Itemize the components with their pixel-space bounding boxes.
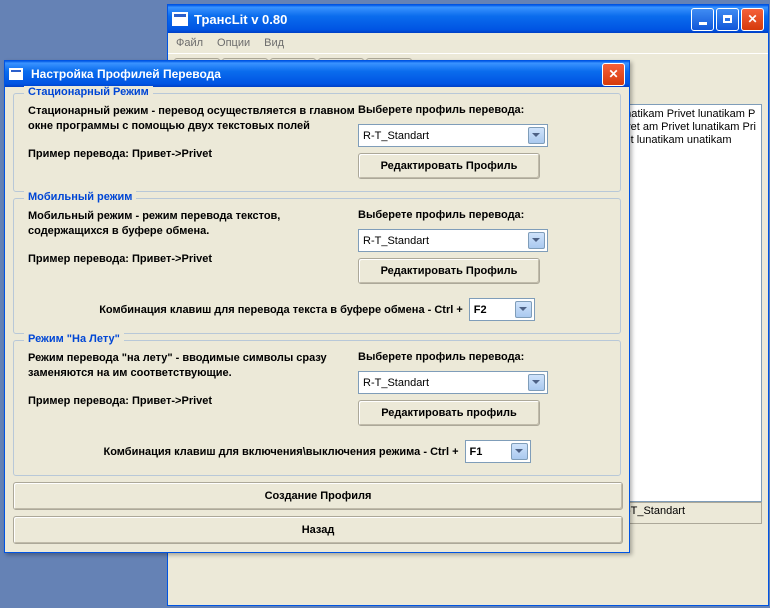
onfly-hotkey-select[interactable]: F1 xyxy=(465,440,531,463)
stationary-edit-button-label: Редактировать Профиль xyxy=(381,160,518,172)
onfly-profile-select[interactable]: R-T_Standart xyxy=(358,371,548,394)
mobile-select-label: Выберете профиль перевода: xyxy=(358,209,524,221)
mobile-example: Пример перевода: Привет->Privet xyxy=(28,253,358,265)
mobile-select-value: R-T_Standart xyxy=(363,235,429,247)
back-button[interactable]: Назад xyxy=(13,516,623,544)
mobile-group: Мобильный режим Мобильный режим - режим … xyxy=(13,198,621,334)
onfly-select-value: R-T_Standart xyxy=(363,377,429,389)
dialog-titlebar: Настройка Профилей Перевода xyxy=(5,61,629,87)
mobile-hotkey-value: F2 xyxy=(474,304,487,316)
stationary-profile-select[interactable]: R-T_Standart xyxy=(358,124,548,147)
onfly-hotkey-label: Комбинация клавиш для включения\выключен… xyxy=(104,446,459,458)
dialog-close-button[interactable] xyxy=(602,63,625,86)
minimize-button[interactable] xyxy=(691,8,714,31)
mobile-hotkey-label: Комбинация клавиш для перевода текста в … xyxy=(99,304,463,316)
stationary-select-label: Выберете профиль перевода: xyxy=(358,104,524,116)
onfly-example: Пример перевода: Привет->Privet xyxy=(28,395,358,407)
onfly-edit-button-label: Редактировать профиль xyxy=(381,407,517,419)
close-button[interactable] xyxy=(741,8,764,31)
onfly-edit-button[interactable]: Редактировать профиль xyxy=(358,400,540,426)
profiles-dialog: Настройка Профилей Перевода Стационарный… xyxy=(4,60,630,553)
stationary-group: Стационарный Режим Стационарный режим - … xyxy=(13,93,621,192)
create-profile-button[interactable]: Создание Профиля xyxy=(13,482,623,510)
create-profile-button-label: Создание Профиля xyxy=(265,490,372,502)
menu-bar: Файл Опции Вид xyxy=(168,33,768,54)
mobile-edit-button-label: Редактировать Профиль xyxy=(381,265,518,277)
stationary-example: Пример перевода: Привет->Privet xyxy=(28,148,358,160)
stationary-group-title: Стационарный Режим xyxy=(24,86,153,98)
menu-file[interactable]: Файл xyxy=(176,37,203,49)
status-profile: R-T_Standart xyxy=(614,502,762,524)
back-button-label: Назад xyxy=(302,524,335,536)
mobile-edit-button[interactable]: Редактировать Профиль xyxy=(358,258,540,284)
dialog-icon xyxy=(9,68,23,80)
onfly-desc: Режим перевода "на лету" - вводимые симв… xyxy=(28,351,358,381)
main-titlebar: ТрансLit v 0.80 xyxy=(168,5,768,33)
menu-options[interactable]: Опции xyxy=(217,37,250,49)
mobile-profile-select[interactable]: R-T_Standart xyxy=(358,229,548,252)
stationary-edit-button[interactable]: Редактировать Профиль xyxy=(358,153,540,179)
onfly-group-title: Режим "На Лету" xyxy=(24,333,124,345)
mobile-desc: Мобильный режим - режим перевода текстов… xyxy=(28,209,358,239)
output-textarea[interactable]: unatikam Privet lunatikam Privet am Priv… xyxy=(614,104,762,502)
onfly-hotkey-value: F1 xyxy=(470,446,483,458)
dialog-title-text: Настройка Профилей Перевода xyxy=(31,67,602,81)
maximize-button[interactable] xyxy=(716,8,739,31)
mobile-hotkey-select[interactable]: F2 xyxy=(469,298,535,321)
mobile-group-title: Мобильный режим xyxy=(24,191,136,203)
app-icon xyxy=(172,12,188,26)
onfly-group: Режим "На Лету" Режим перевода "на лету"… xyxy=(13,340,621,476)
stationary-desc: Стационарный режим - перевод осуществляе… xyxy=(28,104,358,134)
onfly-select-label: Выберете профиль перевода: xyxy=(358,351,524,363)
menu-view[interactable]: Вид xyxy=(264,37,284,49)
main-title-text: ТрансLit v 0.80 xyxy=(194,12,691,27)
stationary-select-value: R-T_Standart xyxy=(363,130,429,142)
